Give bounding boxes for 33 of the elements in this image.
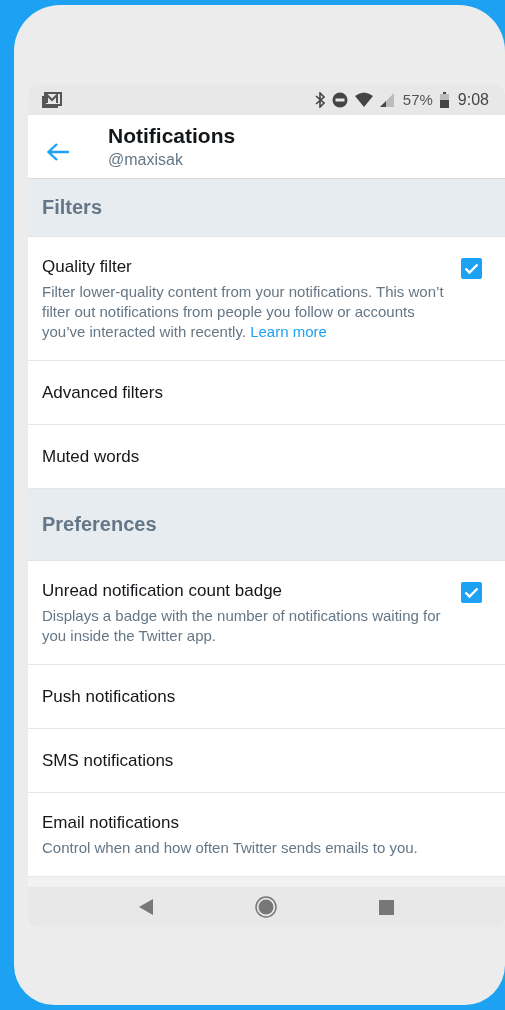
setting-label: Quality filter — [42, 257, 133, 277]
checkbox[interactable] — [461, 258, 482, 279]
bluetooth-icon — [314, 91, 325, 108]
setting-row[interactable]: Unread notification count badge Displays a badge with the number of notifications waiting for you inside the Twitter app. — [28, 561, 505, 665]
setting-label: Muted words — [42, 446, 141, 467]
setting-row[interactable]: Push notifications — [28, 665, 505, 729]
recents-square-icon[interactable] — [379, 899, 394, 915]
setting-row[interactable]: Quality filter Filter lower-quality content from your notifications. This won’t filter out notifications from people you follow or accounts you’ve interacted with recently. Learn more — [28, 237, 505, 361]
setting-label: Advanced filters — [42, 382, 164, 403]
screen-title: Notifications — [108, 124, 236, 148]
account-handle: @maxisak — [108, 151, 184, 169]
section-header: Preferences — [28, 489, 505, 561]
setting-description: Filter lower-quality content from your notifications. This won’t filter out notifications from people you follow or accounts you’ve interacted with recently. Learn more — [42, 282, 445, 342]
battery-icon — [439, 91, 449, 108]
home-circle-icon[interactable] — [255, 896, 277, 918]
signal-icon — [379, 91, 394, 108]
back-triangle-icon[interactable] — [139, 899, 153, 915]
setting-description: Displays a badge with the number of notifications waiting for you inside the Twitter app. — [42, 606, 442, 646]
battery-percentage: 57% — [402, 91, 433, 108]
setting-label: Unread notification count badge — [42, 581, 284, 601]
setting-row[interactable]: SMS notifications — [28, 729, 505, 793]
setting-row[interactable]: Advanced filters — [28, 361, 505, 425]
back-arrow-icon — [46, 141, 70, 162]
setting-label: SMS notifications — [42, 750, 175, 771]
setting-label: Email notifications — [42, 813, 180, 833]
wifi-icon — [354, 91, 373, 108]
mail-icon — [42, 91, 62, 108]
setting-description: Control when and how often Twitter sends emails to you. — [42, 838, 419, 858]
section-header: Filters — [28, 179, 505, 237]
do-not-disturb-icon — [331, 91, 348, 108]
setting-label: Push notifications — [42, 686, 177, 707]
checkbox[interactable] — [461, 582, 482, 603]
clock-time: 9:08 — [457, 90, 489, 109]
